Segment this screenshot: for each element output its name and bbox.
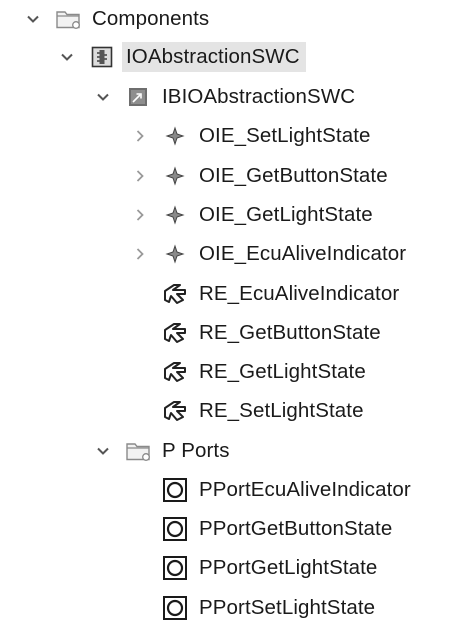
tree-item-label: IBIOAbstractionSWC	[162, 84, 356, 108]
tree-item-runnable[interactable]: RE_GetLightState	[161, 353, 366, 391]
chevron-down-icon[interactable]	[54, 44, 80, 70]
tree-item-pports-folder[interactable]: P Ports	[90, 432, 230, 470]
tree-item-label: PPortEcuAliveIndicator	[199, 477, 411, 501]
tree-item-internal-behavior[interactable]: IBIOAbstractionSWC	[90, 78, 355, 116]
chevron-right-icon[interactable]	[127, 163, 153, 189]
tree-item-components[interactable]: Components	[20, 0, 209, 38]
tree-item-port[interactable]: PPortEcuAliveIndicator	[161, 471, 411, 509]
tree-item-label: OIE_GetButtonState	[199, 163, 388, 187]
tree-item-label: PPortSetLightState	[199, 595, 376, 619]
event-icon	[161, 162, 189, 190]
tree-item-label: PPortGetButtonState	[199, 516, 393, 540]
folder-icon	[54, 5, 82, 33]
tree-item-label: RE_GetButtonState	[199, 320, 381, 344]
tree-item-event[interactable]: OIE_SetLightState	[127, 117, 371, 155]
provided-port-icon	[161, 515, 189, 543]
chevron-right-icon[interactable]	[127, 241, 153, 267]
provided-port-icon	[161, 594, 189, 622]
chevron-down-icon[interactable]	[20, 6, 46, 32]
chevron-right-icon[interactable]	[127, 123, 153, 149]
tree-item-label: OIE_EcuAliveIndicator	[199, 241, 407, 265]
runnable-icon	[161, 319, 189, 347]
tree-item-label: RE_GetLightState	[199, 359, 366, 383]
runnable-icon	[161, 397, 189, 425]
folder-icon	[124, 437, 152, 465]
tree-item-label: RE_EcuAliveIndicator	[199, 281, 400, 305]
tree-item-label: OIE_SetLightState	[199, 123, 371, 147]
tree-item-event[interactable]: OIE_EcuAliveIndicator	[127, 235, 406, 273]
software-component-icon	[88, 43, 116, 71]
runnable-icon	[161, 358, 189, 386]
tree-item-label: OIE_GetLightState	[199, 202, 373, 226]
runnable-icon	[161, 280, 189, 308]
event-icon	[161, 122, 189, 150]
tree-item-event[interactable]: OIE_GetButtonState	[127, 157, 388, 195]
tree-item-event[interactable]: OIE_GetLightState	[127, 196, 373, 234]
internal-behavior-icon	[124, 83, 152, 111]
provided-port-icon	[161, 476, 189, 504]
tree-item-runnable[interactable]: RE_EcuAliveIndicator	[161, 275, 399, 313]
tree-item-label: PPortGetLightState	[199, 555, 378, 579]
tree-item-label: RE_SetLightState	[199, 398, 364, 422]
tree-item-label: P Ports	[162, 438, 230, 462]
chevron-down-icon[interactable]	[90, 84, 116, 110]
tree-item-runnable[interactable]: RE_GetButtonState	[161, 314, 381, 352]
event-icon	[161, 201, 189, 229]
chevron-right-icon[interactable]	[127, 202, 153, 228]
provided-port-icon	[161, 554, 189, 582]
tree-item-port[interactable]: PPortSetLightState	[161, 589, 375, 627]
tree-item-label: Components	[92, 6, 210, 30]
tree-item-runnable[interactable]: RE_SetLightState	[161, 392, 364, 430]
tree-item-label: IOAbstractionSWC	[122, 41, 306, 73]
tree-item-swc[interactable]: IOAbstractionSWC	[54, 38, 306, 76]
component-tree: Components IOAbstractionSWC IBIOAbstract…	[0, 0, 475, 634]
event-icon	[161, 240, 189, 268]
chevron-down-icon[interactable]	[90, 438, 116, 464]
tree-item-port[interactable]: PPortGetLightState	[161, 549, 377, 587]
tree-item-port[interactable]: PPortGetButtonState	[161, 510, 392, 548]
